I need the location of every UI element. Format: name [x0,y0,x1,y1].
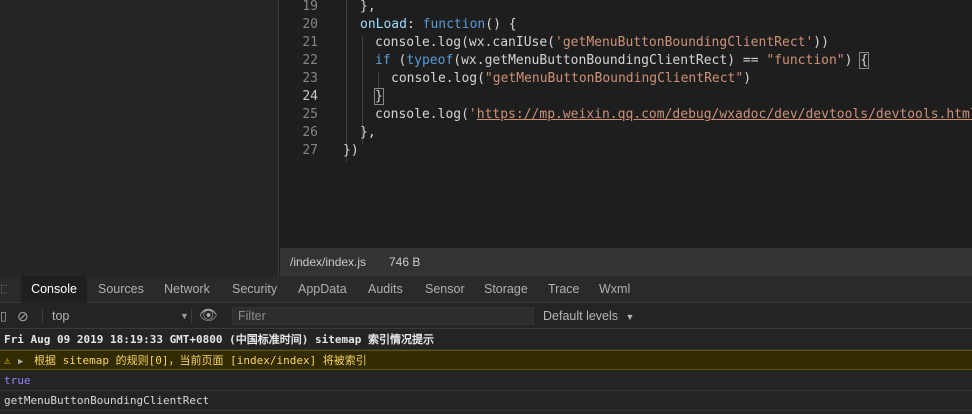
code-token: { [859,52,870,69]
code-text: if (typeof(wx.getMenuButtonBoundingClien… [375,52,870,70]
code-line[interactable]: 24} [280,88,972,106]
eye-icon[interactable]: 👁 [199,303,218,329]
dropdown-arrow-icon[interactable]: ▼ [180,303,189,329]
filter-input[interactable] [232,307,534,325]
log-levels-dropdown[interactable]: Default levels ▼ [543,303,634,329]
tab-console[interactable]: Console [21,276,87,304]
code-line[interactable]: 26}, [280,124,972,142]
code-token: "getMenuButtonBoundingClientRect" [484,71,744,86]
console-message-warning[interactable]: ⚠ ▶ 根据 sitemap 的规则[0]，当前页面 [index/index] 将… [0,350,972,370]
code-line[interactable]: 23 console.log("getMenuButtonBoundingClie… [280,70,972,88]
code-text: console.log(wx.canIUse('getMenuButtonBou… [375,34,829,52]
line-number: 21 [302,35,318,50]
code-line[interactable]: 27}) [280,142,972,160]
file-path: /index/index.js [290,255,367,269]
code-text: }, [360,124,376,142]
code-text: console.log('https://mp.weixin.qq.com/de… [375,106,972,124]
log-levels-label: Default levels [543,309,619,323]
tab-network[interactable]: Network [164,276,210,303]
code-line[interactable]: 25 console.log('https://mp.weixin.qq.com/… [280,106,972,124]
code-token: ) [844,53,861,68]
code-line[interactable]: 22 if (typeof(wx.getMenuButtonBoundingCli… [280,52,972,70]
dropdown-arrow-icon: ▼ [625,312,635,322]
code-token: ) [743,71,752,86]
tab-security[interactable]: Security [232,276,277,303]
console-message-info: Fri Aug 09 2019 18:19:33 GMT+0800 (中国标准时… [0,330,972,350]
console-message-value: true [0,371,972,391]
inspect-icon[interactable]: ⬚ [0,276,8,303]
toolbar-divider [191,309,192,323]
code-link[interactable]: https://mp.weixin.qq.com/debug/wxadoc/de… [477,107,972,122]
code-token: : [406,17,423,32]
code-line[interactable]: 19}, [280,0,972,16]
console-toolbar: ▯ ⊘ top ▼ 👁 Default levels ▼ [0,303,972,329]
expand-triangle-icon[interactable]: ▶ [18,352,34,372]
code-token: } [374,88,384,105]
code-token: "function" [766,53,845,68]
code-token: if [375,53,391,68]
code-token: ( [390,53,407,68]
code-token: }, [360,125,376,140]
code-text: onLoad: function() { [360,16,517,34]
line-number: 22 [302,53,318,68]
clear-console-icon[interactable]: ⊘ [17,303,29,329]
code-text: console.log("getMenuButtonBoundingClient… [391,70,751,88]
line-number: 27 [302,143,318,158]
file-tree-panel [0,0,279,276]
code-token: ' [468,107,477,122]
warning-icon: ⚠ [4,354,11,367]
code-text: }) [343,142,359,160]
console-message-log: getMenuButtonBoundingClientRect [0,391,972,411]
line-number: 24 [302,89,318,104]
tab-appdata[interactable]: AppData [298,276,347,303]
code-text: }, [360,0,376,16]
code-token: typeof [406,53,454,68]
toolbar-divider [42,309,43,323]
context-select[interactable]: top [52,303,69,329]
code-token: }, [360,0,376,14]
line-number: 23 [302,71,318,86]
tab-trace[interactable]: Trace [548,276,580,303]
code-token: }) [343,143,359,158]
code-token: )) [813,35,829,50]
line-number: 25 [302,107,318,122]
tab-audits[interactable]: Audits [368,276,403,303]
file-status-bar: /index/index.js 746 B [280,248,972,276]
warning-text: 根据 sitemap 的规则[0]，当前页面 [index/index] 将被索… [34,354,367,367]
code-token: console.log( [391,71,485,86]
devtools-tab-bar: ⬚ Console Sources Network Security AppDa… [0,276,972,304]
code-token: console.log( [375,107,469,122]
devtools-panel: ⬚ Console Sources Network Security AppDa… [0,276,972,414]
sidebar-toggle-icon[interactable]: ▯ [0,303,6,329]
code-token: () { [485,17,517,32]
code-token: console.log(wx.canIUse( [375,35,556,50]
line-number: 26 [302,125,318,140]
code-editor[interactable]: 19}, 20 onLoad: function() {21 console.log(… [280,0,972,248]
tab-wxml[interactable]: Wxml [599,276,630,303]
line-number: 19 [302,0,318,14]
tab-sources[interactable]: Sources [98,276,144,303]
code-line[interactable]: 20 onLoad: function() { [280,16,972,34]
code-token: function [422,17,486,32]
code-token: onLoad [360,17,407,32]
tab-storage[interactable]: Storage [484,276,528,303]
code-line[interactable]: 21 console.log(wx.canIUse('getMenuButtonB… [280,34,972,52]
code-token: 'getMenuButtonBoundingClientRect' [555,35,814,50]
line-number: 20 [302,17,318,32]
file-size: 746 B [389,255,421,269]
tab-sensor[interactable]: Sensor [425,276,465,303]
code-token: (wx.getMenuButtonBoundingClientRect) == [453,53,767,68]
code-text: } [374,88,384,106]
